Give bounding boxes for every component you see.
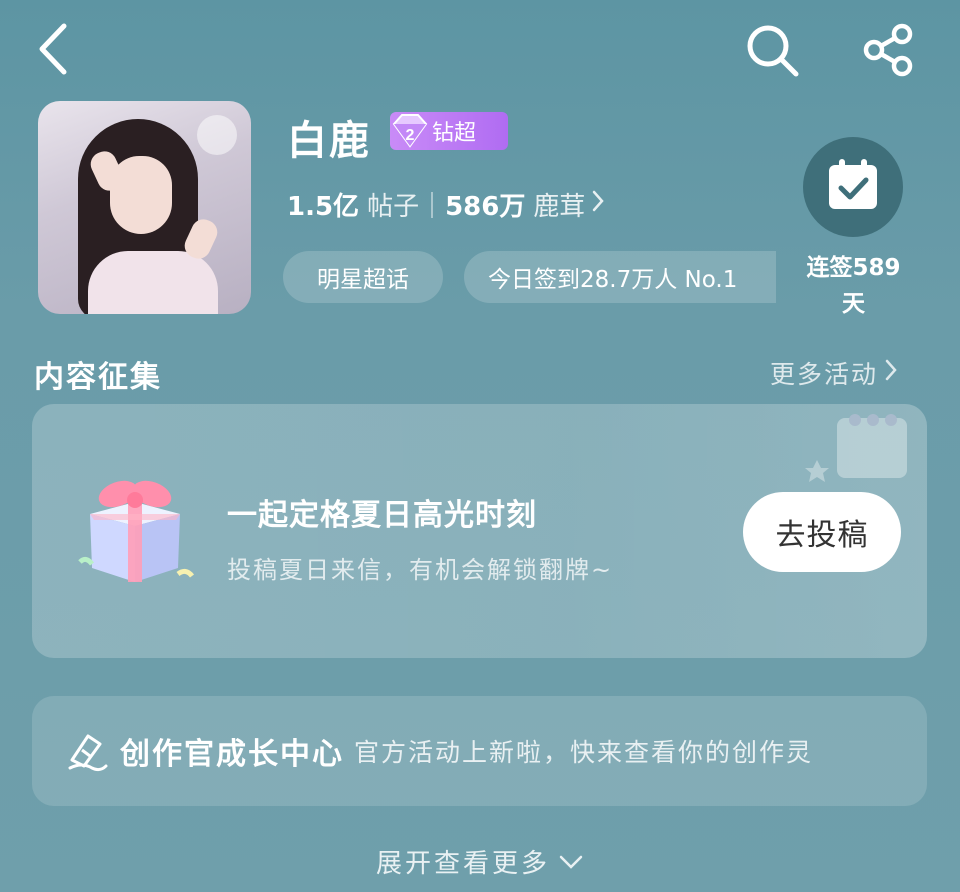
more-activity-label: 更多活动 — [770, 360, 879, 389]
more-activity-link[interactable]: 更多活动 — [770, 355, 898, 391]
creator-center-description: 官方活动上新啦，快来查看你的创作灵 — [354, 738, 814, 767]
posts-label: 帖子 — [367, 192, 420, 222]
calendar-check-icon — [823, 155, 883, 219]
creator-center-title: 创作官成长中心 — [120, 737, 344, 772]
event-subtitle: 投稿夏日来信，有机会解锁翻牌~ — [227, 556, 614, 584]
calendar-deco-icon — [805, 414, 907, 482]
chip-star-topic[interactable]: 明星超话 — [283, 251, 443, 303]
submit-button[interactable]: 去投稿 — [743, 492, 901, 572]
chip-checkin-rank[interactable]: 今日签到28.7万人 No.1 — [464, 251, 776, 303]
back-icon[interactable] — [32, 22, 76, 76]
avatar-sparkle — [197, 115, 237, 155]
pen-icon — [66, 730, 108, 772]
fans-count: 586万 — [445, 192, 526, 222]
expand-more-button[interactable]: 展开查看更多 — [0, 843, 960, 880]
avatar[interactable]: 白鹿 — [38, 101, 251, 314]
posts-count: 1.5亿 — [287, 192, 360, 222]
gift-icon — [78, 480, 194, 582]
checkin-button[interactable] — [803, 137, 903, 237]
checkin-streak: 连签589天 — [806, 255, 901, 317]
section-title: 内容征集 — [34, 360, 162, 395]
search-icon[interactable] — [744, 22, 800, 78]
event-card[interactable]: 一起定格夏日高光时刻 投稿夏日来信，有机会解锁翻牌~ 去投稿 — [32, 404, 927, 658]
fans-label: 鹿茸 — [533, 192, 586, 222]
expand-more-label: 展开查看更多 — [375, 849, 550, 879]
diamond-icon: 2 — [388, 112, 430, 150]
avatar-body — [88, 251, 218, 314]
stats-divider — [431, 191, 434, 218]
chevron-down-icon — [558, 847, 584, 877]
svg-text:2: 2 — [406, 127, 415, 144]
event-title: 一起定格夏日高光时刻 — [227, 498, 537, 533]
stats-row[interactable]: 1.5亿 帖子 586万 鹿茸 — [287, 186, 605, 223]
badge-label: 钻超 — [432, 121, 477, 146]
creator-center-card[interactable]: 创作官成长中心 官方活动上新啦，快来查看你的创作灵 — [32, 696, 927, 806]
level-badge[interactable]: 2 钻超 — [390, 112, 508, 150]
page-title: 白鹿 — [287, 118, 371, 164]
chevron-right-icon — [591, 189, 605, 220]
chevron-right-icon — [884, 358, 898, 388]
share-icon[interactable] — [860, 22, 916, 78]
